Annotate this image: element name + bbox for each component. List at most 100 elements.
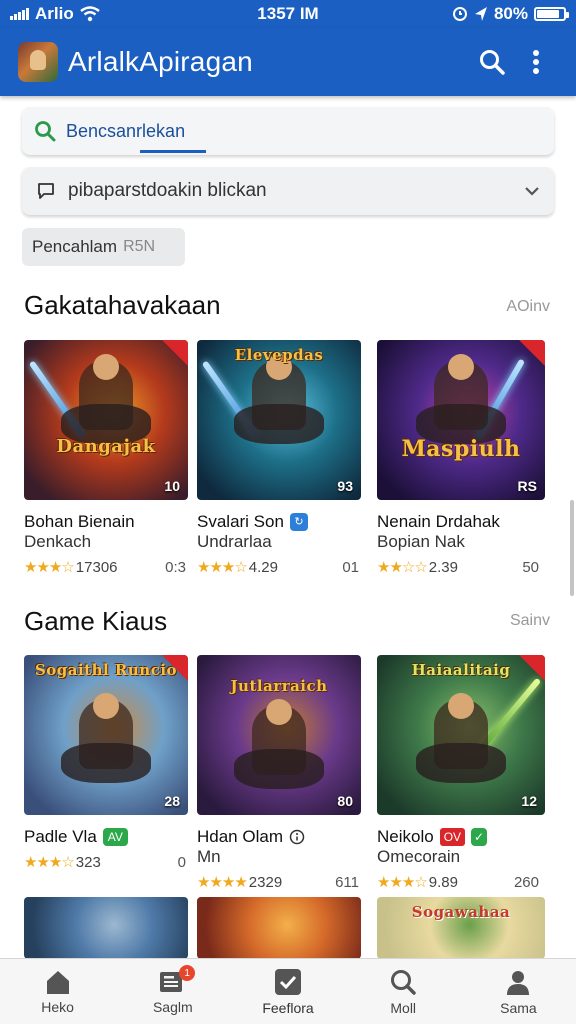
search-button[interactable] <box>470 40 514 84</box>
game-art: Sogaithl Runcio 28 <box>24 655 188 815</box>
clock: 1357 IM <box>257 4 319 23</box>
section-more-label: AOinv <box>506 298 550 315</box>
game-art <box>24 897 188 959</box>
hero-figure <box>234 699 324 789</box>
app-logo-icon <box>18 42 58 82</box>
game-name: Hdan Olam <box>197 827 283 846</box>
rating-row: ★★★★ 2329 611 <box>197 873 365 892</box>
rating-value: 9.89 <box>428 873 458 891</box>
stars-icon: ★★★★ <box>197 874 248 891</box>
hero-figure <box>61 693 151 783</box>
game-art-count: 93 <box>337 478 353 494</box>
rating-value: 4.29 <box>248 558 278 576</box>
nav-item-profile[interactable]: Sama <box>461 959 576 1024</box>
game-art-title: Elevepdas <box>234 346 324 364</box>
rating-row: ★★☆☆ 2.39 50 <box>377 558 545 577</box>
rating-row: ★★★☆ 17306 0:3 <box>24 558 192 577</box>
section-more-link[interactable]: AOinv <box>506 298 550 316</box>
new-ribbon <box>519 655 545 681</box>
search-bar[interactable]: Bencsanrlekan <box>22 107 554 155</box>
game-card[interactable]: Haiaalitaig 12 Neikolo OV ✓ Omecorain ★★★☆… <box>377 655 545 891</box>
chip-count: R5N <box>123 238 156 255</box>
game-name: Neikolo <box>377 827 434 846</box>
verified-badge-icon: ↻ <box>289 513 308 531</box>
game-art-count: 28 <box>164 793 180 809</box>
nav-label: Feeflora <box>262 999 314 1016</box>
game-art-title: Haiaalitaig <box>411 661 511 679</box>
hero-figure <box>416 354 506 444</box>
game-tag-badge: OV <box>439 828 466 846</box>
search-active-indicator <box>140 150 206 153</box>
rating-extra: 0 <box>177 853 186 871</box>
game-name: Bohan Bienain <box>24 512 135 531</box>
rating-row: ★★★☆ 9.89 260 <box>377 873 545 892</box>
game-card[interactable]: Sogawahaa <box>377 897 545 959</box>
app-title: ArlalkApiragan <box>68 46 253 77</box>
game-art <box>197 897 361 959</box>
bottom-navigation: Heko 1 Saglm Feeflora Moll Sama <box>0 958 576 1024</box>
section-more-label: Sainv <box>509 612 550 629</box>
game-card[interactable]: Jutlarraich 80 Hdan Olam Mn ★★★★ 2329 61… <box>197 655 365 891</box>
game-art-title: Sogaithl Runcio <box>34 661 178 679</box>
rating-value: 2.39 <box>428 558 458 576</box>
rating-extra: 01 <box>342 558 359 576</box>
hero-figure <box>61 354 151 444</box>
filter-chip[interactable]: Pencahlam R5N <box>22 228 185 266</box>
game-subtitle: Mn <box>197 847 221 866</box>
game-art: Dangajak 10 <box>24 340 188 500</box>
game-tag-badge: AV <box>102 828 128 846</box>
game-art-title: Dangajak <box>56 436 156 457</box>
nav-item-check[interactable]: Feeflora <box>230 959 345 1024</box>
nav-label: Saglm <box>152 998 193 1015</box>
user-icon <box>507 970 530 995</box>
more-options-button[interactable] <box>514 40 558 84</box>
nav-label: Sama <box>500 999 537 1016</box>
battery-percent: 80% <box>493 4 528 23</box>
search-icon <box>391 969 416 995</box>
stars-icon: ★★☆☆ <box>377 559 428 576</box>
scrollbar-thumb[interactable] <box>570 500 574 596</box>
app-bar: ArlalkApiragan <box>0 28 576 96</box>
game-art: Maspiulh RS <box>377 340 545 500</box>
search-input[interactable]: Bencsanrlekan <box>66 121 185 142</box>
filter-label: pibaparstdoakin blickan <box>68 180 267 201</box>
game-card[interactable]: Maspiulh RS Nenain Drdahak Bopian Nak ★★… <box>377 340 545 576</box>
nav-item-search[interactable]: Moll <box>346 959 461 1024</box>
game-name: Svalari Son <box>197 512 284 531</box>
chip-label: Pencahlam <box>32 237 118 256</box>
alarm-icon <box>452 7 467 21</box>
game-art-title: Sogawahaa <box>411 903 511 921</box>
rating-row: ★★★☆ 4.29 01 <box>197 558 365 577</box>
rating-extra: 0:3 <box>165 558 186 576</box>
rating-extra: 260 <box>513 873 539 891</box>
carrier-label: Arlio <box>35 4 74 23</box>
section-more-link[interactable]: Sainv <box>510 612 550 630</box>
game-card[interactable] <box>197 897 365 959</box>
game-card[interactable]: Dangajak 10 Bohan Bienain Denkach ★★★☆ 1… <box>24 340 192 576</box>
section-title: Game Kiaus <box>24 606 168 636</box>
nav-item-home[interactable]: Heko <box>0 959 115 1024</box>
search-icon <box>480 50 505 75</box>
status-bar: Arlio 1357 IM 80% <box>0 0 576 28</box>
home-icon <box>46 970 69 994</box>
hero-figure <box>416 693 506 783</box>
game-card[interactable] <box>24 897 192 959</box>
rating-value: 323 <box>75 853 101 871</box>
filter-dropdown[interactable]: pibaparstdoakin blickan <box>22 167 554 215</box>
hero-figure <box>234 354 324 444</box>
game-subtitle: Undrarlaa <box>197 532 272 551</box>
chat-icon <box>38 183 54 199</box>
sword-shape <box>478 677 542 751</box>
nav-item-news[interactable]: 1 Saglm <box>115 959 230 1024</box>
new-ribbon <box>162 340 188 366</box>
game-art: Elevepdas 93 <box>197 340 361 500</box>
signal-icon <box>10 8 29 20</box>
rating-extra: 50 <box>522 558 539 576</box>
game-card[interactable]: Sogaithl Runcio 28 Padle Vla AV ★★★☆ 323 … <box>24 655 192 871</box>
wifi-icon <box>79 6 100 22</box>
game-card[interactable]: Elevepdas 93 Svalari Son ↻ Undrarlaa ★★★☆… <box>197 340 365 576</box>
new-ribbon <box>162 655 188 681</box>
verified-check-icon: ✓ <box>471 828 488 846</box>
stars-icon: ★★★☆ <box>197 559 248 576</box>
game-art-count: 12 <box>521 793 537 809</box>
